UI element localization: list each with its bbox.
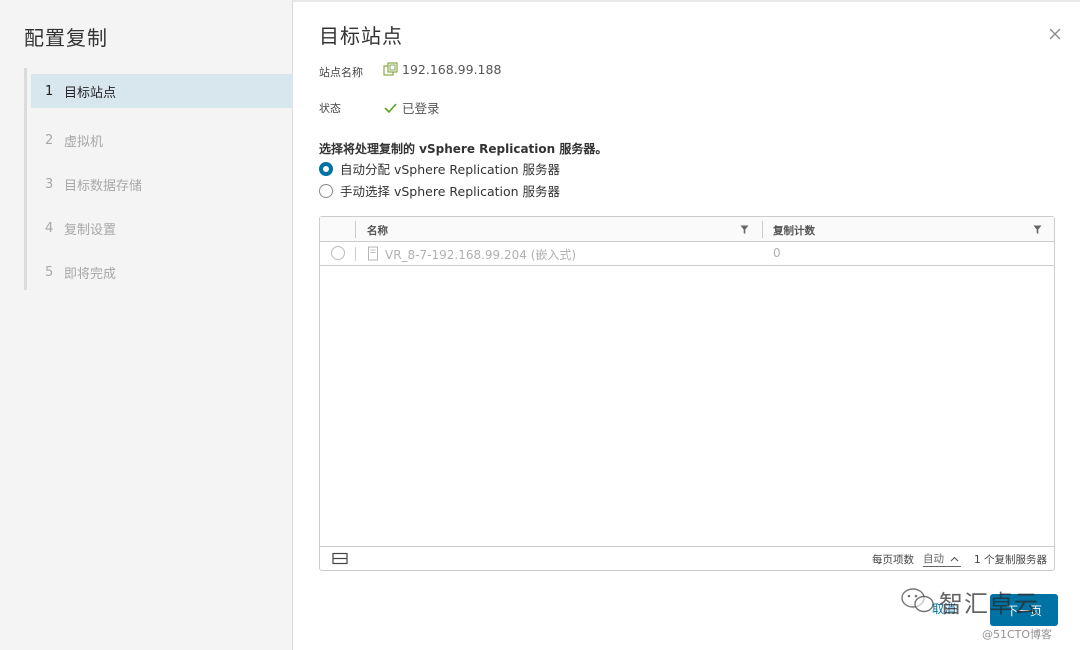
check-icon <box>384 102 397 113</box>
configure-replication-dialog: 配置复制 1 目标站点 2 虚拟机 3 目标数据存储 4 复制设置 5 即将完成 <box>0 0 1080 650</box>
server-selection-heading: 选择将处理复制的 vSphere Replication 服务器。 <box>319 142 608 156</box>
wizard-step-target-site[interactable]: 1 目标站点 <box>31 74 293 108</box>
column-header-replication-count[interactable]: 复制计数 <box>773 223 815 238</box>
step-label: 复制设置 <box>64 222 117 238</box>
step-number: 2 <box>45 132 54 148</box>
manual-select-radio[interactable] <box>319 183 333 198</box>
server-icon <box>368 246 378 261</box>
step-label: 虚拟机 <box>64 134 104 150</box>
per-page-value: 自动 <box>923 553 944 565</box>
auto-assign-option[interactable]: 自动分配 vSphere Replication 服务器 <box>319 159 560 178</box>
site-name-value: 192.168.99.188 <box>383 62 501 77</box>
table-row[interactable]: VR_8-7-192.168.99.204 (嵌入式) 0 <box>320 242 1054 266</box>
replication-server-grid: 名称 复制计数 VR_8-7-192.168.99.204 (嵌入式) 0 每页… <box>319 216 1055 571</box>
watermark-brand: 智汇卓云 <box>939 590 1039 618</box>
grid-footer: 每页项数 自动 1 个复制服务器 <box>320 546 1054 570</box>
step-number: 5 <box>45 264 54 280</box>
status-value: 已登录 <box>383 98 440 117</box>
chevron-up-icon <box>950 556 959 561</box>
per-page-label: 每页项数 <box>872 554 914 566</box>
manual-select-option[interactable]: 手动选择 vSphere Replication 服务器 <box>319 181 560 200</box>
wizard-title: 配置复制 <box>24 26 108 50</box>
wizard-main: 目标站点 站点名称 192.168.99.188 状态 已登录 选择将处理复制的… <box>293 0 1080 650</box>
server-name-cell: VR_8-7-192.168.99.204 (嵌入式) <box>385 248 577 262</box>
wizard-step-ready-to-complete[interactable]: 5 即将完成 <box>31 250 293 294</box>
wechat-logo-icon <box>901 588 934 613</box>
auto-assign-radio[interactable] <box>319 161 333 176</box>
site-name-label: 站点名称 <box>319 66 363 79</box>
wizard-sidebar: 配置复制 1 目标站点 2 虚拟机 3 目标数据存储 4 复制设置 5 即将完成 <box>0 0 293 650</box>
watermark-site: @51CTO博客 <box>982 628 1053 641</box>
wizard-step-replication-settings[interactable]: 4 复制设置 <box>31 206 293 250</box>
step-label: 目标数据存储 <box>64 178 143 194</box>
wizard-steps: 1 目标站点 2 虚拟机 3 目标数据存储 4 复制设置 5 即将完成 <box>31 74 293 294</box>
filter-icon[interactable] <box>740 225 749 235</box>
auto-assign-label: 自动分配 vSphere Replication 服务器 <box>340 162 561 177</box>
filter-icon[interactable] <box>1033 225 1042 235</box>
column-separator[interactable] <box>762 221 763 238</box>
grid-header: 名称 复制计数 <box>320 217 1054 242</box>
wizard-step-virtual-machines[interactable]: 2 虚拟机 <box>31 118 293 162</box>
step-number: 3 <box>45 176 54 192</box>
step-rail <box>24 68 27 290</box>
column-toggle-icon[interactable] <box>332 552 348 565</box>
site-icon <box>383 62 398 76</box>
total-count: 1 个复制服务器 <box>974 554 1048 566</box>
step-label: 目标站点 <box>64 85 117 101</box>
column-separator <box>355 247 356 261</box>
status-label: 状态 <box>319 102 341 115</box>
wizard-step-target-datastore[interactable]: 3 目标数据存储 <box>31 162 293 206</box>
row-select-radio[interactable] <box>331 246 345 260</box>
column-header-name[interactable]: 名称 <box>367 223 388 238</box>
site-name-text: 192.168.99.188 <box>402 62 502 77</box>
step-number: 4 <box>45 220 54 236</box>
manual-select-label: 手动选择 vSphere Replication 服务器 <box>340 184 561 199</box>
per-page-select[interactable]: 自动 <box>923 551 961 567</box>
step-label: 即将完成 <box>64 266 117 282</box>
page-title: 目标站点 <box>319 24 403 48</box>
column-separator <box>355 221 356 238</box>
step-number: 1 <box>45 83 54 99</box>
close-icon[interactable] <box>1047 26 1063 42</box>
status-text: 已登录 <box>402 101 440 116</box>
replication-count-cell: 0 <box>773 246 781 260</box>
